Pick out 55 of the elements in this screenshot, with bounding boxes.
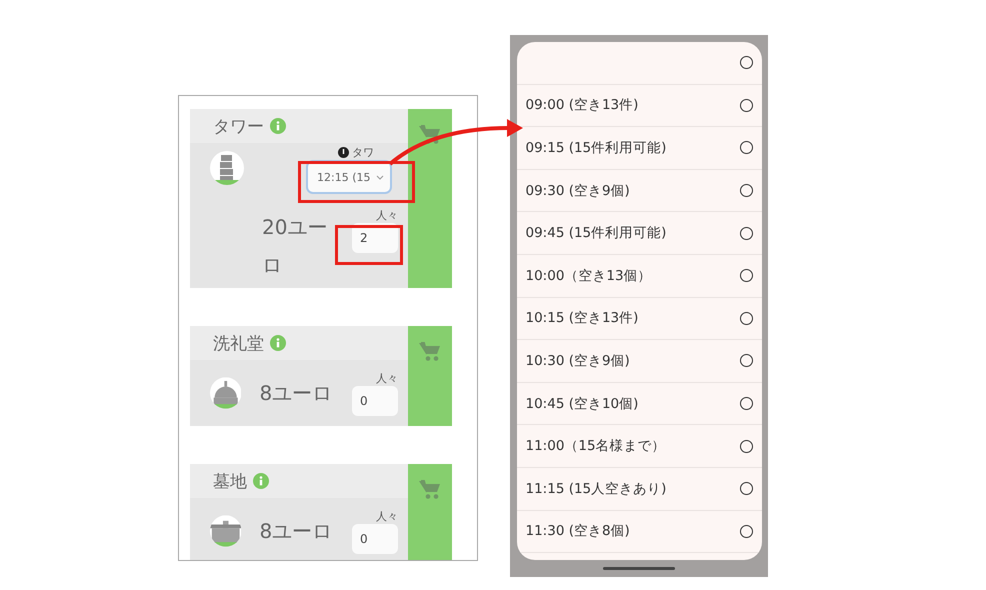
- option-label: 11:15 (15人空きあり): [526, 480, 666, 498]
- home-indicator: [603, 567, 675, 570]
- time-option[interactable]: 11:30 (空き8個): [516, 510, 762, 554]
- ticket-title: 洗礼堂: [213, 332, 264, 354]
- people-label: 人々: [376, 370, 398, 386]
- alert-icon: [338, 147, 349, 158]
- radio-button[interactable]: [740, 141, 752, 154]
- radio-button[interactable]: [740, 354, 752, 368]
- price: 20ユーロ: [262, 214, 328, 279]
- building-icon: [210, 514, 242, 548]
- time-option[interactable]: 09:15 (15件利用可能): [516, 127, 762, 170]
- time-select[interactable]: 12:15 (15: [306, 160, 392, 194]
- dome-icon: [210, 376, 242, 410]
- people-input[interactable]: 0: [352, 386, 398, 416]
- time-option[interactable]: 10:30 (空き9個): [516, 340, 762, 383]
- time-option[interactable]: 09:45 (15件利用可能): [516, 212, 762, 255]
- option-label: 10:00（空き13個）: [526, 266, 652, 285]
- people-label: 人々: [376, 208, 398, 223]
- radio-button[interactable]: [740, 397, 752, 410]
- option-label: 10:45 (空き10個): [526, 394, 638, 413]
- radio-button[interactable]: [740, 482, 752, 496]
- tower-icon: [210, 151, 244, 185]
- people-input[interactable]: 2: [352, 223, 398, 253]
- time-label: タワ: [352, 145, 374, 160]
- time-option[interactable]: 11:15 (15人空きあり): [516, 468, 762, 511]
- chevron-icon: [376, 174, 384, 180]
- option-label: 10:30 (空き9個): [526, 352, 630, 370]
- people-label: 人々: [376, 508, 398, 524]
- radio-button[interactable]: [740, 440, 752, 453]
- time-option[interactable]: 11:00（15名様まで）: [516, 425, 762, 468]
- time-option[interactable]: 09:00 (空き13件): [516, 84, 762, 128]
- time-option[interactable]: 10:00（空き13個）: [516, 254, 762, 298]
- highlight-frame: [335, 225, 403, 265]
- time-option[interactable]: 09:30 (空き9個): [516, 170, 762, 212]
- option-label: 09:00 (空き13件): [526, 96, 638, 114]
- option-label: 09:15 (15件利用可能): [526, 138, 666, 157]
- price: 8ユーロ: [259, 518, 334, 545]
- option-label: 11:00（15名様まで）: [526, 437, 666, 456]
- option-label: 10:15 (空き13件): [526, 309, 638, 328]
- ticket-title: タワー: [213, 116, 264, 138]
- option-label: 09:45 (15件利用可能): [526, 224, 666, 242]
- radio-button[interactable]: [740, 56, 752, 70]
- radio-button[interactable]: [740, 184, 752, 198]
- option-label: 09:30 (空き9個): [526, 182, 630, 200]
- people-input[interactable]: 0: [352, 524, 398, 554]
- price: 8ユーロ: [259, 380, 334, 407]
- time-option[interactable]: 10:45 (空き10個): [516, 382, 762, 426]
- radio-button[interactable]: [740, 269, 752, 282]
- radio-button[interactable]: [740, 98, 752, 112]
- ticket-title: 墓地: [213, 470, 247, 492]
- option-label: 11:30 (空き8個): [526, 522, 630, 540]
- radio-button[interactable]: [740, 312, 752, 325]
- time-option[interactable]: 10:15 (空き13件): [516, 298, 762, 340]
- radio-button[interactable]: [740, 524, 752, 538]
- radio-button[interactable]: [740, 226, 752, 240]
